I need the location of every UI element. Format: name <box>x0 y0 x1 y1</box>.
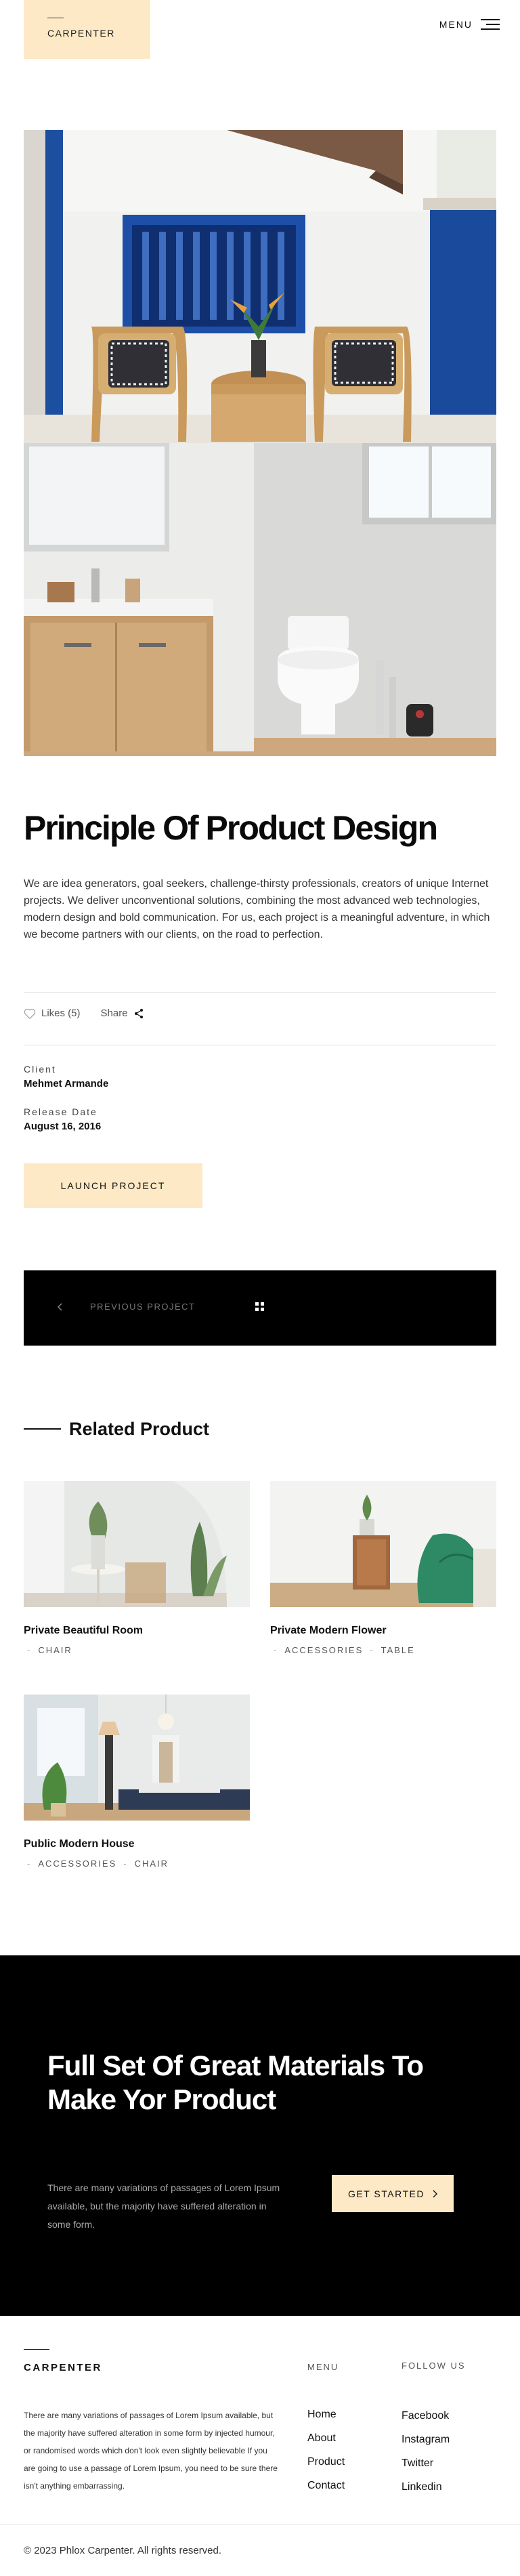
footer-link-twitter[interactable]: Twitter <box>402 2457 433 2470</box>
heart-icon <box>24 1008 36 1019</box>
logo[interactable]: CARPENTER <box>24 0 150 59</box>
cta-section: Full Set Of Great Materials To Make Yor … <box>0 1955 520 2316</box>
menu-button[interactable]: MENU <box>439 19 500 30</box>
tag-separator: - <box>123 1858 128 1869</box>
footer-link-about[interactable]: About <box>307 2432 336 2445</box>
related-card-tags-2: - ACCESSORIES - TABLE <box>274 1645 415 1655</box>
share-label: Share <box>100 1007 128 1019</box>
likes-label: Likes (5) <box>41 1007 81 1019</box>
release-date-value: August 16, 2016 <box>24 1121 102 1132</box>
project-description: We are idea generators, goal seekers, ch… <box>24 878 490 940</box>
footer-text: There are many variations of passages of… <box>24 2411 278 2491</box>
tag-chair[interactable]: CHAIR <box>135 1858 169 1869</box>
client-value: Mehmet Armande <box>24 1078 109 1089</box>
tag-table[interactable]: TABLE <box>381 1645 415 1655</box>
launch-project-button[interactable]: LAUNCH PROJECT <box>24 1163 202 1208</box>
site-header: CARPENTER MENU <box>0 0 520 61</box>
share-button[interactable]: Share <box>101 1007 144 1019</box>
get-started-label: GET STARTED <box>348 2188 425 2199</box>
footer-link-facebook[interactable]: Facebook <box>402 2410 449 2422</box>
footer-logo-dash <box>24 2349 49 2350</box>
project-navigation: PREVIOUS PROJECT <box>24 1270 496 1346</box>
project-photo-bathroom <box>24 443 496 756</box>
footer-link-contact[interactable]: Contact <box>307 2480 345 2492</box>
related-card-image-3[interactable] <box>24 1695 250 1821</box>
project-photo-patio <box>24 130 496 443</box>
previous-project-label: PREVIOUS PROJECT <box>90 1302 196 1312</box>
chevron-left-icon <box>58 1302 62 1311</box>
release-date-label: Release Date <box>24 1106 98 1117</box>
project-title: Principle Of Product Design <box>24 809 438 847</box>
divider-top <box>24 992 496 993</box>
copyright: © 2023 Phlox Carpenter. All rights reser… <box>24 2545 222 2556</box>
likes-button[interactable]: Likes (5) <box>24 1007 81 1019</box>
share-icon <box>134 1008 143 1018</box>
tag-chair[interactable]: CHAIR <box>38 1645 72 1655</box>
tag-accessories[interactable]: ACCESSORIES <box>38 1858 116 1869</box>
footer-follow-title: FOLLOW US <box>402 2361 466 2371</box>
tag-separator: - <box>274 1645 278 1655</box>
menu-label: MENU <box>439 19 473 30</box>
related-card-name-2[interactable]: Private Modern Flower <box>270 1625 387 1637</box>
tag-separator: - <box>370 1645 374 1655</box>
cta-heading: Full Set Of Great Materials To Make Yor … <box>47 2050 424 2115</box>
related-card-tags-1: - CHAIR <box>27 1645 72 1655</box>
related-card-tags-3: - ACCESSORIES - CHAIR <box>27 1858 169 1869</box>
related-card-name-3[interactable]: Public Modern House <box>24 1838 135 1850</box>
tag-separator: - <box>27 1858 32 1869</box>
related-card-image-1[interactable] <box>24 1481 250 1607</box>
footer-link-linkedin[interactable]: Linkedin <box>402 2481 442 2493</box>
get-started-button[interactable]: GET STARTED <box>332 2175 454 2212</box>
related-title-line <box>24 1428 61 1430</box>
cta-text: There are many variations of passages of… <box>47 2182 280 2230</box>
footer-brand[interactable]: CARPENTER <box>24 2362 102 2373</box>
related-card-image-2[interactable] <box>270 1481 496 1607</box>
related-card-name-1[interactable]: Private Beautiful Room <box>24 1625 143 1637</box>
hamburger-icon <box>481 19 500 30</box>
footer-menu-title: MENU <box>307 2362 339 2372</box>
tag-accessories[interactable]: ACCESSORIES <box>284 1645 363 1655</box>
logo-text: CARPENTER <box>47 28 115 39</box>
chevron-right-icon <box>433 2190 437 2197</box>
footer-link-home[interactable]: Home <box>307 2409 337 2421</box>
grid-icon[interactable] <box>255 1302 265 1312</box>
client-label: Client <box>24 1064 56 1075</box>
footer-link-product[interactable]: Product <box>307 2456 345 2468</box>
related-title: Related Product <box>69 1419 210 1439</box>
footer-link-instagram[interactable]: Instagram <box>402 2434 450 2446</box>
previous-project-link[interactable]: PREVIOUS PROJECT <box>58 1302 195 1312</box>
project-actions: Likes (5) Share <box>24 1007 144 1019</box>
tag-separator: - <box>27 1645 32 1655</box>
